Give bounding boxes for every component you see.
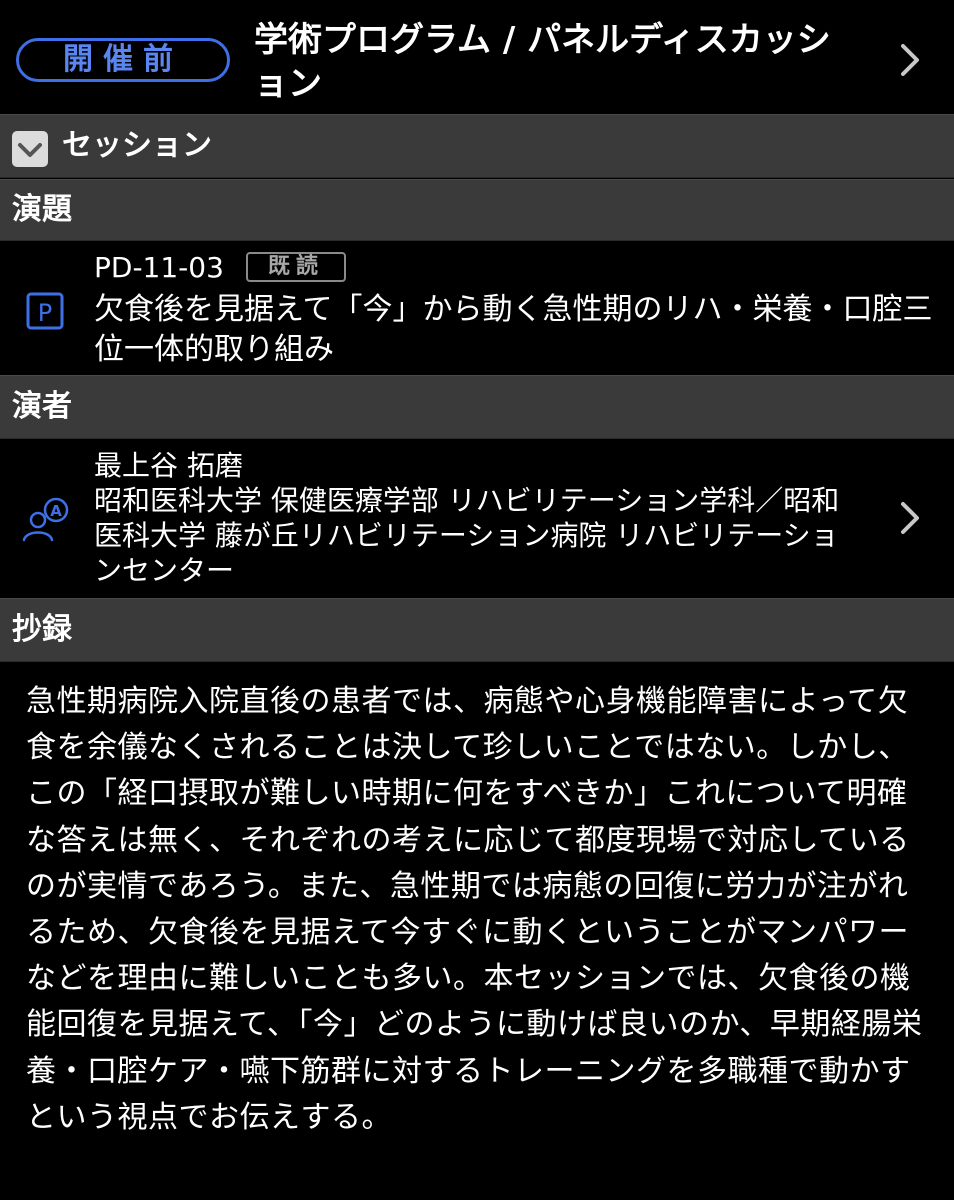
speaker-section-header: 演者 — [0, 375, 954, 439]
abstract-section-label: 抄録 — [12, 612, 72, 647]
speaker-name: 最上谷 拓磨 — [94, 449, 243, 482]
talk-title: 欠食後を見据えて「今」から動く急性期のリハ・栄養・口腔三位一体的取り組み — [94, 292, 933, 367]
session-label: セッション — [62, 128, 212, 163]
program-header[interactable]: 開催前 学術プログラム / パネルディスカッション — [0, 0, 954, 112]
checkbox-icon[interactable] — [12, 131, 48, 167]
presentation-icon: P — [26, 292, 64, 330]
status-badge: 開催前 — [16, 38, 230, 82]
talk-code: PD-11-03 — [94, 251, 224, 284]
talk-section-label: 演題 — [12, 192, 72, 227]
read-badge: 既読 — [246, 252, 346, 282]
speaker-section-label: 演者 — [12, 389, 72, 424]
speaker-info: 最上谷 拓磨 昭和医科大学 保健医療学部 リハビリテーション学科／昭和医科大学 … — [94, 448, 864, 588]
chevron-right-icon[interactable] — [896, 40, 924, 80]
speaker-affiliation: 昭和医科大学 保健医療学部 リハビリテーション学科／昭和医科大学 藤が丘リハビリ… — [94, 484, 840, 587]
svg-text:P: P — [38, 299, 52, 327]
session-bar[interactable]: セッション — [0, 114, 954, 178]
abstract-panel: 急性期病院入院直後の患者では、病態や心身機能障害によって欠食を余儀なくされること… — [0, 663, 954, 1200]
svg-text:A: A — [50, 502, 62, 520]
program-title: 学術プログラム / パネルディスカッション — [254, 20, 831, 104]
abstract-text: 急性期病院入院直後の患者では、病態や心身機能障害によって欠食を余儀なくされること… — [26, 684, 923, 1135]
speaker-item[interactable]: A 最上谷 拓磨 昭和医科大学 保健医療学部 リハビリテーション学科／昭和医科大… — [0, 440, 954, 596]
abstract-section-header: 抄録 — [0, 598, 954, 662]
talk-section-header: 演題 — [0, 179, 954, 241]
talk-item[interactable]: P PD-11-03 既読 欠食後を見据えて「今」から動く急性期のリハ・栄養・口… — [0, 242, 954, 374]
chevron-right-icon[interactable] — [896, 498, 924, 538]
speaker-icon: A — [20, 496, 72, 546]
